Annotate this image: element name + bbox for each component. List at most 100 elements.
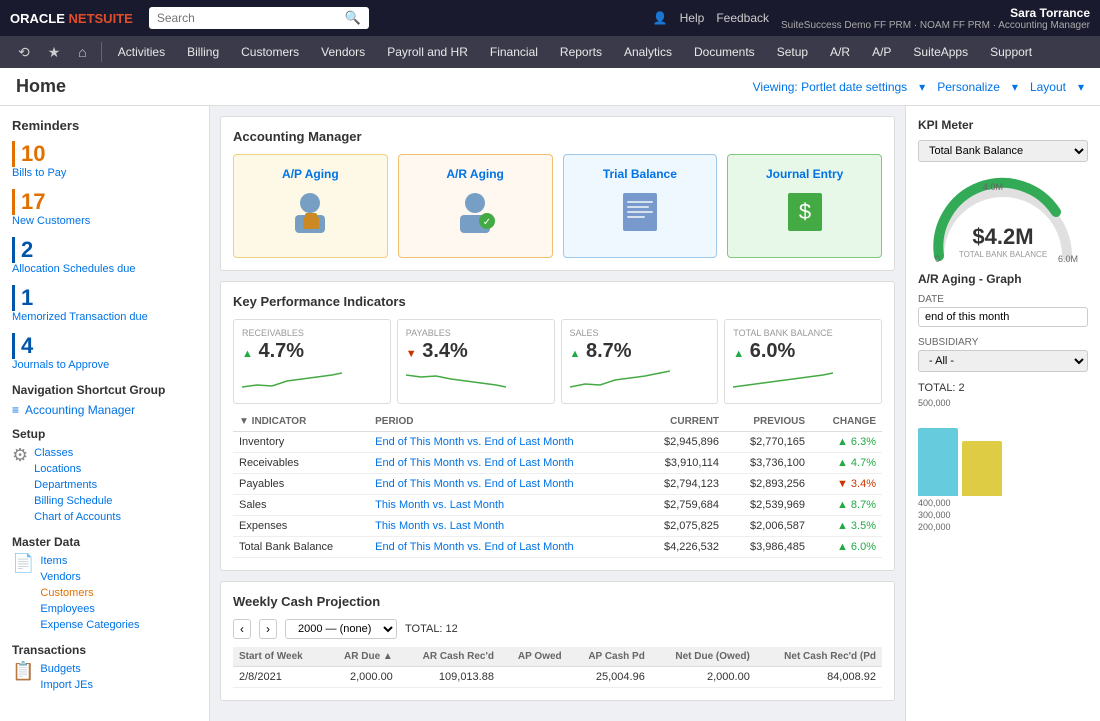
- nav-customers[interactable]: Customers: [231, 41, 309, 63]
- reminder-allocations-number: 2: [12, 237, 197, 263]
- reminder-memorized: 1 Memorized Transaction due: [12, 285, 197, 323]
- gauge-svg: $4.2M TOTAL BANK BALANCE 0 4.0M 6.0M: [923, 172, 1083, 262]
- indicator-bank: Total Bank Balance: [233, 537, 369, 558]
- cash-nav: ‹ › 2000 — (none) TOTAL: 12: [233, 619, 882, 639]
- nav-group-accounting[interactable]: ≡ Accounting Manager: [12, 403, 197, 417]
- nav-vendors[interactable]: Vendors: [311, 41, 375, 63]
- cash-total: TOTAL: 12: [405, 623, 458, 635]
- nav-financial[interactable]: Financial: [480, 41, 548, 63]
- trial-balance-card[interactable]: Trial Balance: [563, 154, 718, 258]
- period-expenses[interactable]: This Month vs. Last Month: [369, 516, 639, 537]
- kpi-sales-value: ▲ 8.7%: [570, 340, 710, 363]
- nav-payroll[interactable]: Payroll and HR: [377, 41, 478, 63]
- bar-yellow: [962, 441, 1002, 496]
- nav-reports[interactable]: Reports: [550, 41, 612, 63]
- help-link[interactable]: Help: [680, 11, 705, 25]
- personalize-link[interactable]: Personalize: [937, 80, 1000, 94]
- ar-aging-card[interactable]: A/R Aging ✓: [398, 154, 553, 258]
- nav-menu: ⟲ ★ ⌂ Activities Billing Customers Vendo…: [0, 36, 1100, 68]
- kpi-title: Key Performance Indicators: [233, 294, 882, 309]
- layout-link[interactable]: Layout: [1030, 80, 1066, 94]
- sidebar-link-vendors[interactable]: Vendors: [40, 569, 139, 585]
- portlet-settings-link[interactable]: Viewing: Portlet date settings: [753, 80, 908, 94]
- nav-shortcut-title: Navigation Shortcut Group: [12, 383, 197, 397]
- feedback-link[interactable]: Feedback: [716, 11, 769, 25]
- favorites-icon[interactable]: ★: [40, 40, 69, 65]
- period-payables[interactable]: End of This Month vs. End of Last Month: [369, 474, 639, 495]
- reminder-customers-label[interactable]: New Customers: [12, 215, 197, 227]
- previous-payables: $2,893,256: [725, 474, 811, 495]
- sidebar-link-employees[interactable]: Employees: [40, 601, 139, 617]
- home-icon[interactable]: ⌂: [70, 40, 94, 64]
- svg-text:6.0M: 6.0M: [1058, 254, 1078, 262]
- cash-col-ardue: AR Due ▲: [325, 647, 399, 667]
- sidebar-link-departments[interactable]: Departments: [34, 477, 121, 493]
- period-bank[interactable]: End of This Month vs. End of Last Month: [369, 537, 639, 558]
- svg-text:$4.2M: $4.2M: [972, 224, 1033, 249]
- kpi-meter-title: KPI Meter: [918, 118, 1088, 132]
- cash-col-netcash: Net Cash Rec'd (Pd: [756, 647, 882, 667]
- sidebar-link-customers[interactable]: Customers: [40, 585, 139, 601]
- nav-billing[interactable]: Billing: [177, 41, 229, 63]
- ar-subsidiary-select[interactable]: - All -: [918, 350, 1088, 372]
- journal-entry-title: Journal Entry: [766, 167, 843, 181]
- nav-setup[interactable]: Setup: [767, 41, 818, 63]
- cash-prev-btn[interactable]: ‹: [233, 619, 251, 639]
- nav-suiteapps[interactable]: SuiteApps: [903, 41, 978, 63]
- cash-ap-owed: [500, 667, 568, 688]
- period-inventory[interactable]: End of This Month vs. End of Last Month: [369, 432, 639, 453]
- kpi-payables-label: PAYABLES: [406, 328, 546, 338]
- sidebar-link-expenses[interactable]: Expense Categories: [40, 617, 139, 633]
- sidebar-link-items[interactable]: Items: [40, 553, 139, 569]
- sidebar-link-budgets[interactable]: Budgets: [40, 661, 93, 677]
- nav-ar[interactable]: A/R: [820, 41, 860, 63]
- col-current: CURRENT: [639, 412, 725, 432]
- subsidiary-label: SUBSIDIARY: [918, 337, 1088, 348]
- reminder-allocations: 2 Allocation Schedules due: [12, 237, 197, 275]
- nav-analytics[interactable]: Analytics: [614, 41, 682, 63]
- acct-cards: A/P Aging A/R Aging: [233, 154, 882, 258]
- nav-support[interactable]: Support: [980, 41, 1042, 63]
- current-bank: $4,226,532: [639, 537, 725, 558]
- cash-period-select[interactable]: 2000 — (none): [285, 619, 397, 639]
- reminder-customers-number: 17: [12, 189, 197, 215]
- table-row: Expenses This Month vs. Last Month $2,07…: [233, 516, 882, 537]
- sidebar-link-chart[interactable]: Chart of Accounts: [34, 509, 121, 525]
- nav-shortcut-group: Navigation Shortcut Group ≡ Accounting M…: [12, 383, 197, 417]
- search-input[interactable]: [157, 11, 345, 25]
- sidebar-link-classes[interactable]: Classes: [34, 445, 121, 461]
- transactions-label: Transactions: [12, 643, 197, 657]
- reminders-title: Reminders: [12, 118, 197, 133]
- kpi-bar-receivables: RECEIVABLES ▲ 4.7%: [233, 319, 391, 404]
- ar-bar-chart: [918, 416, 1088, 496]
- nav-ap[interactable]: A/P: [862, 41, 901, 63]
- kpi-meter-select[interactable]: Total Bank Balance: [918, 140, 1088, 162]
- reminder-journals-label[interactable]: Journals to Approve: [12, 359, 197, 371]
- reminder-allocations-label[interactable]: Allocation Schedules due: [12, 263, 197, 275]
- home-recent-icon[interactable]: ⟲: [10, 40, 38, 65]
- kpi-bars: RECEIVABLES ▲ 4.7% PAYABLES ▼ 3.4%: [233, 319, 882, 404]
- journal-entry-card[interactable]: Journal Entry $: [727, 154, 882, 258]
- kpi-payables-value: ▼ 3.4%: [406, 340, 546, 363]
- period-receivables[interactable]: End of This Month vs. End of Last Month: [369, 453, 639, 474]
- nav-separator: [101, 42, 102, 62]
- cash-next-btn[interactable]: ›: [259, 619, 277, 639]
- sidebar-master: Master Data 📄 Items Vendors Customers Em…: [12, 535, 197, 633]
- sidebar-link-billing[interactable]: Billing Schedule: [34, 493, 121, 509]
- sidebar-link-locations[interactable]: Locations: [34, 461, 121, 477]
- search-bar[interactable]: 🔍: [149, 7, 369, 29]
- ap-aging-card[interactable]: A/P Aging: [233, 154, 388, 258]
- doc-icon: 📄: [12, 553, 34, 574]
- user-subtitle: SuiteSuccess Demo FF PRM · NOAM FF PRM ·…: [781, 20, 1090, 31]
- reminder-memorized-label[interactable]: Memorized Transaction due: [12, 311, 197, 323]
- sidebar-link-importjes[interactable]: Import JEs: [40, 677, 93, 693]
- reminder-bills-label[interactable]: Bills to Pay: [12, 167, 197, 179]
- accounting-manager-portlet: Accounting Manager A/P Aging A/R Aging: [220, 116, 895, 271]
- nav-documents[interactable]: Documents: [684, 41, 765, 63]
- change-bank: ▲ 6.0%: [811, 537, 882, 558]
- period-sales[interactable]: This Month vs. Last Month: [369, 495, 639, 516]
- setup-label: Setup: [12, 427, 197, 441]
- ar-date-input[interactable]: [918, 307, 1088, 327]
- kpi-bar-sales: SALES ▲ 8.7%: [561, 319, 719, 404]
- nav-activities[interactable]: Activities: [108, 41, 175, 63]
